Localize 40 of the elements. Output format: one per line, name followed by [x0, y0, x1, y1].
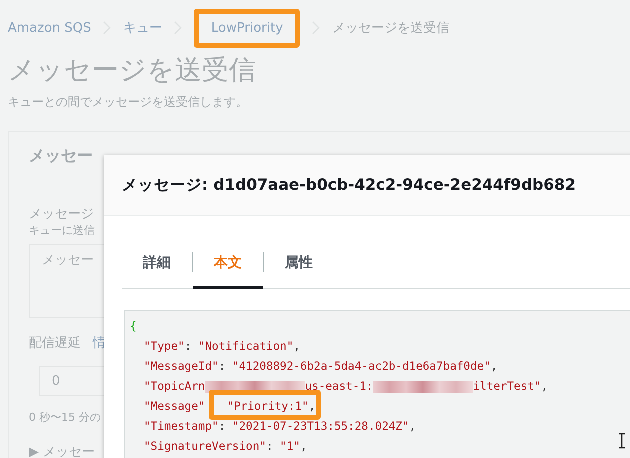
panel-heading: メッセー: [29, 146, 94, 167]
code-text: ,: [490, 360, 498, 373]
breadcrumb-link[interactable]: LowPriority: [194, 8, 300, 48]
field-hint: 0 秒〜15 分の: [29, 410, 102, 425]
info-link[interactable]: 情: [93, 334, 106, 352]
page-title: メッセージを送受信: [7, 54, 257, 88]
field-label: メッセージ: [29, 206, 95, 223]
code-text: ,: [541, 380, 548, 393]
breadcrumb-link[interactable]: キュー: [123, 19, 162, 37]
code-text: "Timestamp": [144, 420, 219, 433]
breadcrumb-link[interactable]: Amazon SQS: [8, 20, 92, 36]
code-text: "MessageId": [144, 360, 219, 373]
code-text: "1": [280, 440, 300, 453]
tab[interactable]: 属性: [264, 240, 334, 289]
code-text: "Message": [144, 400, 206, 413]
text-cursor-icon: [618, 433, 626, 449]
field-label: 配信遅延: [29, 335, 81, 352]
code-text: ilterTest": [473, 380, 542, 393]
code-text: :: [218, 420, 227, 433]
breadcrumb-current: メッセージを送受信: [332, 20, 450, 37]
code-text: "Type": [144, 340, 185, 353]
code-text: "2021-07-23T13:55:28.024Z": [232, 420, 410, 433]
code-text: "TopicArn: [144, 380, 206, 393]
page-subtitle: キューとの間でメッセージを送受信します。: [7, 94, 249, 111]
code-text: "Notification": [198, 340, 294, 353]
code-text: "SignatureVersion": [144, 440, 266, 453]
code-text: :: [266, 440, 274, 453]
code-text: :: [184, 340, 193, 353]
code-text: ,: [300, 440, 308, 453]
code-text: ,: [294, 340, 300, 353]
code-text: ,: [308, 400, 316, 413]
code-text: {: [130, 320, 137, 333]
code-text: :: [218, 360, 227, 373]
code-text: us-east-1:: [305, 380, 374, 393]
code-text: "Priority:1": [227, 400, 309, 413]
code-text: "41208892-6b2a-5da4-ac2b-d1e6a7baf0de": [232, 360, 491, 373]
tab[interactable]: 本文: [193, 240, 263, 289]
field-hint: キューに送信: [29, 223, 96, 238]
code-text: ,: [409, 420, 416, 433]
dialog-title: メッセージ: d1d07aae-b0cb-42c2-94ce-2e244f9db682: [104, 155, 630, 216]
